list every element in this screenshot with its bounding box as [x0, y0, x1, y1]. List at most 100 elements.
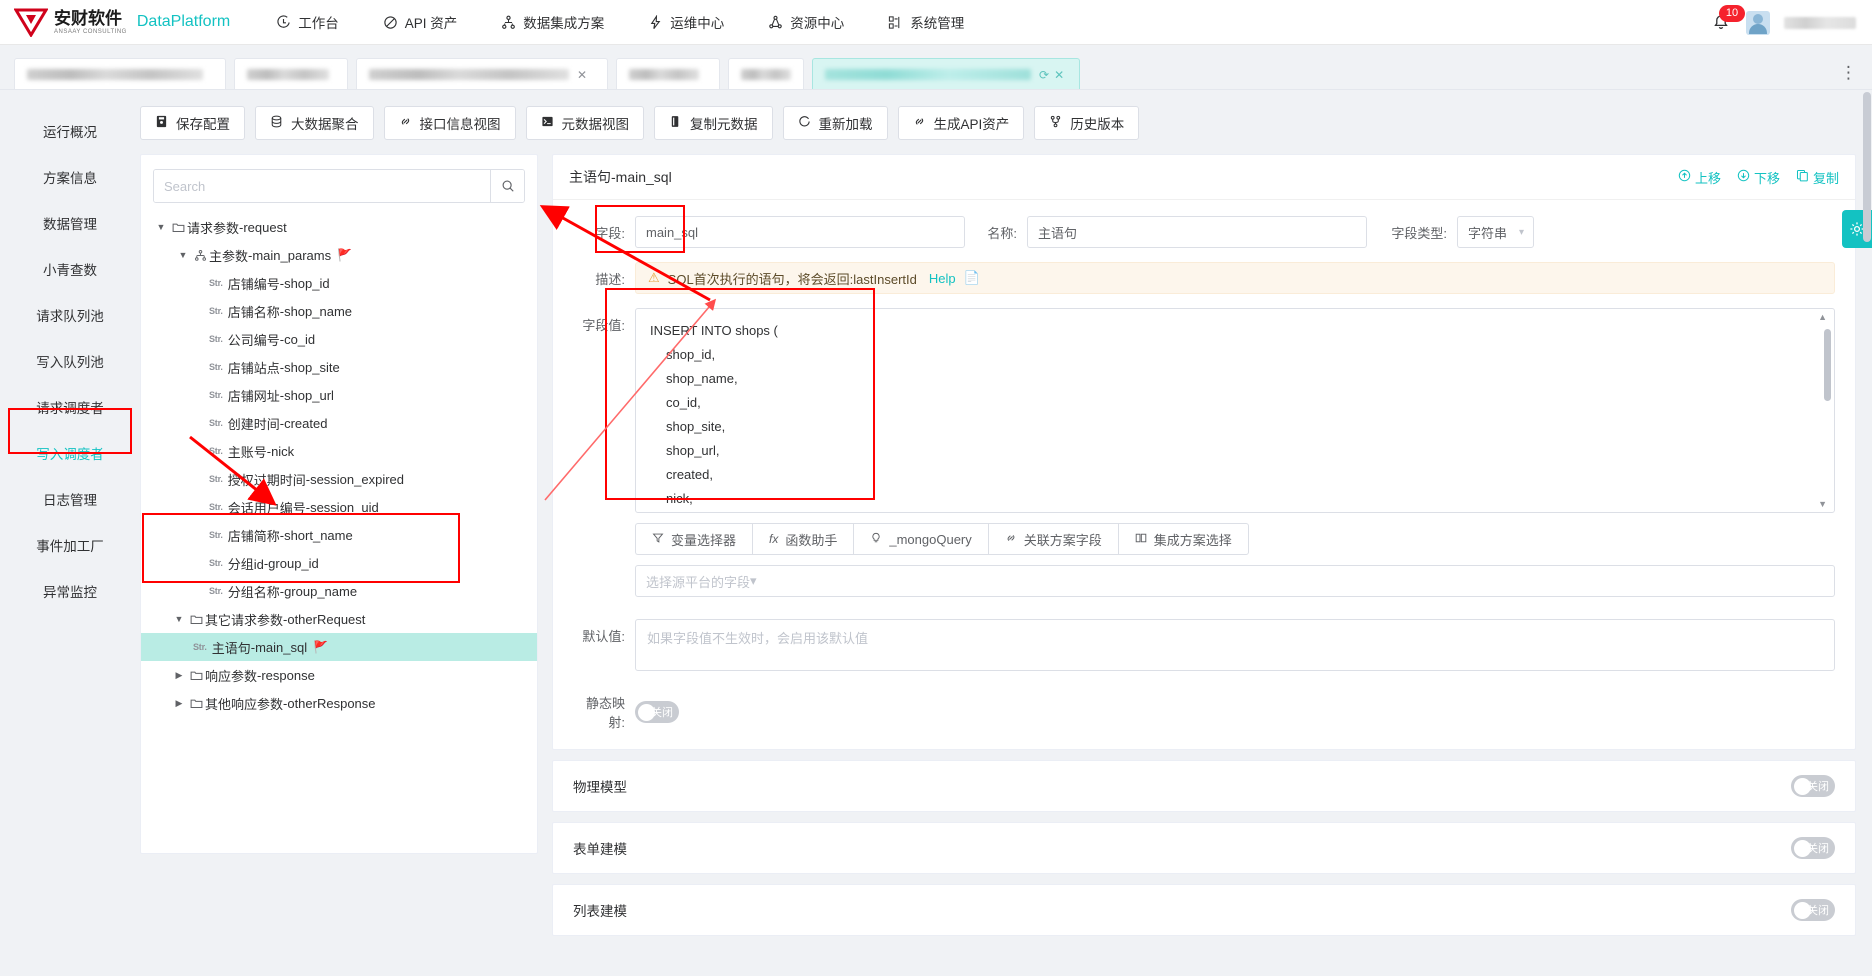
notifications-button[interactable]: 10	[1710, 4, 1745, 34]
tree-node-group-name[interactable]: Str. 分组名称 -group_name	[153, 577, 525, 605]
sidebar-item-write-scheduler[interactable]: 写入调度者	[0, 430, 140, 476]
nav-item-workbench[interactable]: 工作台	[254, 0, 361, 45]
chevron-down-icon[interactable]: ▼	[1818, 499, 1827, 509]
chevron-down-icon[interactable]: ▼	[171, 614, 187, 624]
button-label: 集成方案选择	[1153, 532, 1232, 548]
workspace-tab[interactable]	[14, 58, 226, 90]
avatar[interactable]	[1746, 10, 1770, 35]
chevron-down-icon[interactable]: ▼	[175, 250, 191, 260]
logo[interactable]: 安财软件 ANSAAY CONSULTING	[14, 7, 127, 37]
tab-overflow-menu[interactable]: ⋮	[1840, 63, 1858, 83]
sql-line: session_expired,	[650, 511, 1820, 512]
nav-item-system-admin[interactable]: 系统管理	[866, 0, 986, 45]
workspace-tab-active[interactable]: ⟳ ✕	[812, 58, 1080, 90]
tree-node-session-expired[interactable]: Str. 授权过期时间 -session_expired	[153, 465, 525, 493]
tree-node-short-name[interactable]: Str. 店铺简称 -short_name	[153, 521, 525, 549]
mongo-query-button[interactable]: _mongoQuery	[853, 523, 988, 555]
tree-node-shop-name[interactable]: Str. 店铺名称 -shop_name	[153, 297, 525, 325]
list-model-toggle[interactable]: 关闭	[1791, 899, 1835, 921]
move-down-button[interactable]: 下移	[1737, 168, 1780, 187]
string-type-icon: Str.	[209, 558, 223, 568]
scrollbar-thumb[interactable]	[1863, 92, 1871, 242]
nav-item-resource-center[interactable]: 资源中心	[746, 0, 866, 45]
sql-line: co_id,	[666, 395, 701, 410]
sidebar-item-data-manage[interactable]: 数据管理	[0, 200, 140, 246]
sql-editor[interactable]: INSERT INTO shops ( shop_id, shop_name, …	[635, 308, 1835, 513]
field-key-input[interactable]: main_sql	[635, 216, 965, 248]
search-button[interactable]	[490, 170, 524, 202]
sidebar-item-request-queue-pool[interactable]: 请求队列池	[0, 292, 140, 338]
function-helper-button[interactable]: fx 函数助手	[752, 523, 854, 555]
workspace-tab[interactable]: ✕	[356, 58, 608, 90]
source-field-select[interactable]: 选择源平台的字段 ▾	[635, 565, 1835, 597]
sidebar-item-exception-monitor[interactable]: 异常监控	[0, 568, 140, 614]
tree-node-other-response[interactable]: ▶ 其他响应参数 -otherResponse	[153, 689, 525, 717]
bigdata-aggregate-button[interactable]: 大数据聚合	[255, 106, 374, 140]
reload-button[interactable]: 重新加载	[782, 106, 888, 140]
help-link[interactable]: Help	[929, 271, 956, 286]
section-row: 列表建模 关闭	[553, 885, 1855, 935]
tree-search[interactable]	[153, 169, 525, 203]
tree-node-response[interactable]: ▶ 响应参数 -response	[153, 661, 525, 689]
list-model-section[interactable]: 列表建模 关闭	[552, 884, 1856, 936]
sidebar-item-request-scheduler[interactable]: 请求调度者	[0, 384, 140, 430]
close-icon[interactable]: ✕	[1054, 68, 1064, 82]
field-name-input[interactable]: 主语句	[1027, 216, 1367, 248]
tree-node-main-params[interactable]: ▼ 主参数 -main_params 🚩	[153, 241, 525, 269]
form-model-section[interactable]: 表单建模 关闭	[552, 822, 1856, 874]
workspace-tab[interactable]	[234, 58, 348, 90]
static-mapping-toggle[interactable]: 关闭	[635, 701, 679, 723]
tree-node-shop-id[interactable]: Str. 店铺编号 -shop_id	[153, 269, 525, 297]
alert-text: SQL首次执行的语句，将会返回:lastInsertId	[667, 271, 917, 287]
close-icon[interactable]: ✕	[577, 68, 587, 82]
workspace-tab[interactable]	[728, 58, 804, 90]
search-input[interactable]	[154, 170, 490, 202]
chevron-right-icon[interactable]: ▶	[171, 670, 187, 681]
metadata-view-button[interactable]: 元数据视图	[525, 106, 644, 140]
tree-node-nick[interactable]: Str. 主账号 -nick	[153, 437, 525, 465]
scrollbar-thumb[interactable]	[1824, 329, 1831, 401]
tree-node-request[interactable]: ▼ 请求参数 -request	[153, 213, 525, 241]
sidebar-item-plan-info[interactable]: 方案信息	[0, 154, 140, 200]
sidebar-item-run-overview[interactable]: 运行概况	[0, 108, 140, 154]
save-config-button[interactable]: 保存配置	[140, 106, 245, 140]
sql-scrollbar[interactable]: ▲ ▼	[1818, 312, 1831, 509]
copy-field-button[interactable]: 复制	[1796, 168, 1839, 187]
tree-node-shop-site[interactable]: Str. 店铺站点 -shop_site	[153, 353, 525, 381]
sidebar-item-query[interactable]: 小青查数	[0, 246, 140, 292]
default-value-textarea[interactable]: 如果字段值不生效时，会启用该默认值	[635, 619, 1835, 671]
field-type-select[interactable]: 字符串 ▾	[1457, 216, 1535, 248]
nav-item-ops-center[interactable]: 运维中心	[626, 0, 746, 45]
copy-metadata-button[interactable]: 复制元数据	[654, 106, 773, 140]
generate-api-asset-button[interactable]: 生成API资产	[897, 106, 1025, 140]
chevron-right-icon[interactable]: ▶	[171, 698, 187, 709]
doc-icon[interactable]: 📄	[964, 270, 980, 286]
physical-model-section[interactable]: 物理模型 关闭	[552, 760, 1856, 812]
nav-item-data-integration[interactable]: 数据集成方案	[479, 0, 626, 45]
history-version-button[interactable]: 历史版本	[1034, 106, 1140, 140]
tree-node-label: 响应参数	[205, 668, 258, 684]
variable-selector-button[interactable]: 变量选择器	[635, 523, 753, 555]
page-scrollbar[interactable]	[1863, 92, 1871, 752]
tree-node-created[interactable]: Str. 创建时间 -created	[153, 409, 525, 437]
integration-plan-select-button[interactable]: 集成方案选择	[1117, 523, 1249, 555]
form-model-toggle[interactable]: 关闭	[1791, 837, 1835, 859]
tree-node-main-sql[interactable]: Str. 主语句 -main_sql 🚩	[141, 633, 537, 661]
physical-model-toggle[interactable]: 关闭	[1791, 775, 1835, 797]
sidebar-item-event-factory[interactable]: 事件加工厂	[0, 522, 140, 568]
tree-node-session-uid[interactable]: Str. 会话用户编号 -session_uid	[153, 493, 525, 521]
refresh-icon[interactable]: ⟳	[1039, 68, 1049, 82]
workspace-tab[interactable]	[616, 58, 720, 90]
tree-node-shop-url[interactable]: Str. 店铺网址 -shop_url	[153, 381, 525, 409]
related-plan-field-button[interactable]: 关联方案字段	[987, 523, 1118, 555]
tree-node-group-id[interactable]: Str. 分组id -group_id	[153, 549, 525, 577]
tree-node-other-request[interactable]: ▼ 其它请求参数 -otherRequest	[153, 605, 525, 633]
chevron-down-icon[interactable]: ▼	[153, 222, 169, 232]
sidebar-item-log-manage[interactable]: 日志管理	[0, 476, 140, 522]
tree-node-co-id[interactable]: Str. 公司编号 -co_id	[153, 325, 525, 353]
chevron-up-icon[interactable]: ▲	[1818, 312, 1827, 322]
nav-item-api-assets[interactable]: API 资产	[361, 0, 480, 45]
sidebar-item-write-queue-pool[interactable]: 写入队列池	[0, 338, 140, 384]
move-up-button[interactable]: 上移	[1678, 168, 1721, 187]
interface-info-view-button[interactable]: 接口信息视图	[383, 106, 516, 140]
